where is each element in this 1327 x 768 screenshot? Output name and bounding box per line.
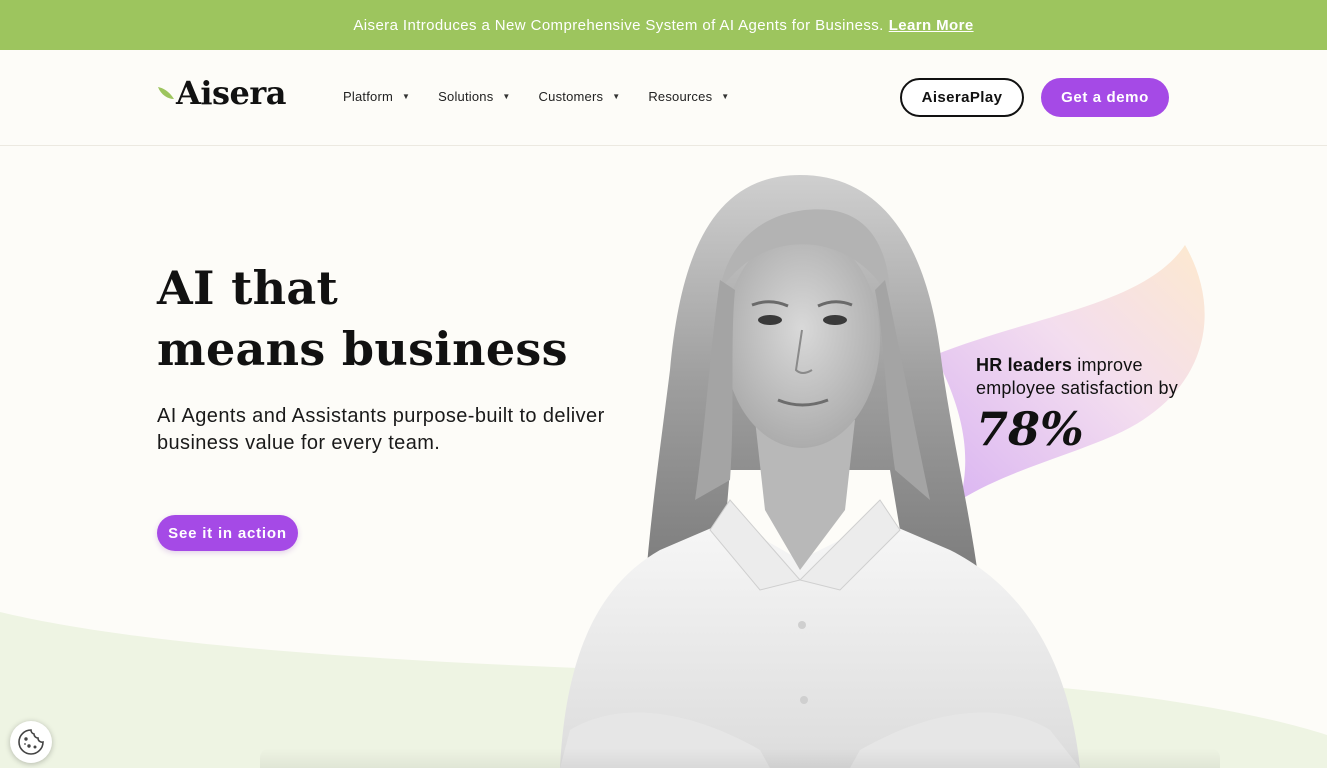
caret-down-icon: ▼ — [502, 92, 511, 101]
logo[interactable]: Aisera — [157, 77, 286, 109]
announcement-bar: Aisera Introduces a New Comprehensive Sy… — [0, 0, 1327, 50]
nav-resources[interactable]: Resources ▼ — [648, 89, 729, 104]
nav-platform-label: Platform — [343, 89, 394, 104]
caret-down-icon: ▼ — [402, 92, 411, 101]
nav-customers-label: Customers — [538, 89, 604, 104]
nav-resources-label: Resources — [648, 89, 713, 104]
get-demo-button[interactable]: Get a demo — [1041, 78, 1169, 117]
stat-text: HR leaders improve employee satisfaction… — [976, 354, 1186, 400]
logo-text: Aisera — [176, 74, 286, 112]
stat-callout: HR leaders improve employee satisfaction… — [976, 354, 1186, 452]
stat-bold: HR leaders — [976, 355, 1073, 375]
see-it-in-action-button[interactable]: See it in action — [157, 515, 298, 551]
site-header: Aisera Platform ▼ Solutions ▼ Customers … — [0, 50, 1327, 146]
main-nav: Platform ▼ Solutions ▼ Customers ▼ Resou… — [343, 89, 757, 104]
announcement-text: Aisera Introduces a New Comprehensive Sy… — [353, 16, 884, 34]
hero-title: AI that means business — [157, 258, 568, 380]
leaf-icon — [158, 87, 174, 99]
learn-more-link[interactable]: Learn More — [889, 17, 974, 34]
section-edge-shadow — [260, 748, 1220, 768]
hero-portrait-image — [560, 175, 1080, 768]
caret-down-icon: ▼ — [612, 92, 621, 101]
nav-platform[interactable]: Platform ▼ — [343, 89, 410, 104]
nav-solutions-label: Solutions — [438, 89, 494, 104]
hero-title-line2: means business — [157, 322, 568, 376]
stat-value: 78% — [976, 402, 1084, 456]
nav-solutions[interactable]: Solutions ▼ — [438, 89, 510, 104]
cookie-icon — [18, 729, 44, 755]
aiseraplay-button[interactable]: AiseraPlay — [900, 78, 1024, 117]
cookie-settings-button[interactable] — [10, 721, 52, 763]
nav-customers[interactable]: Customers ▼ — [539, 89, 621, 104]
hero-title-line1: AI that — [157, 261, 339, 315]
caret-down-icon: ▼ — [721, 92, 730, 101]
